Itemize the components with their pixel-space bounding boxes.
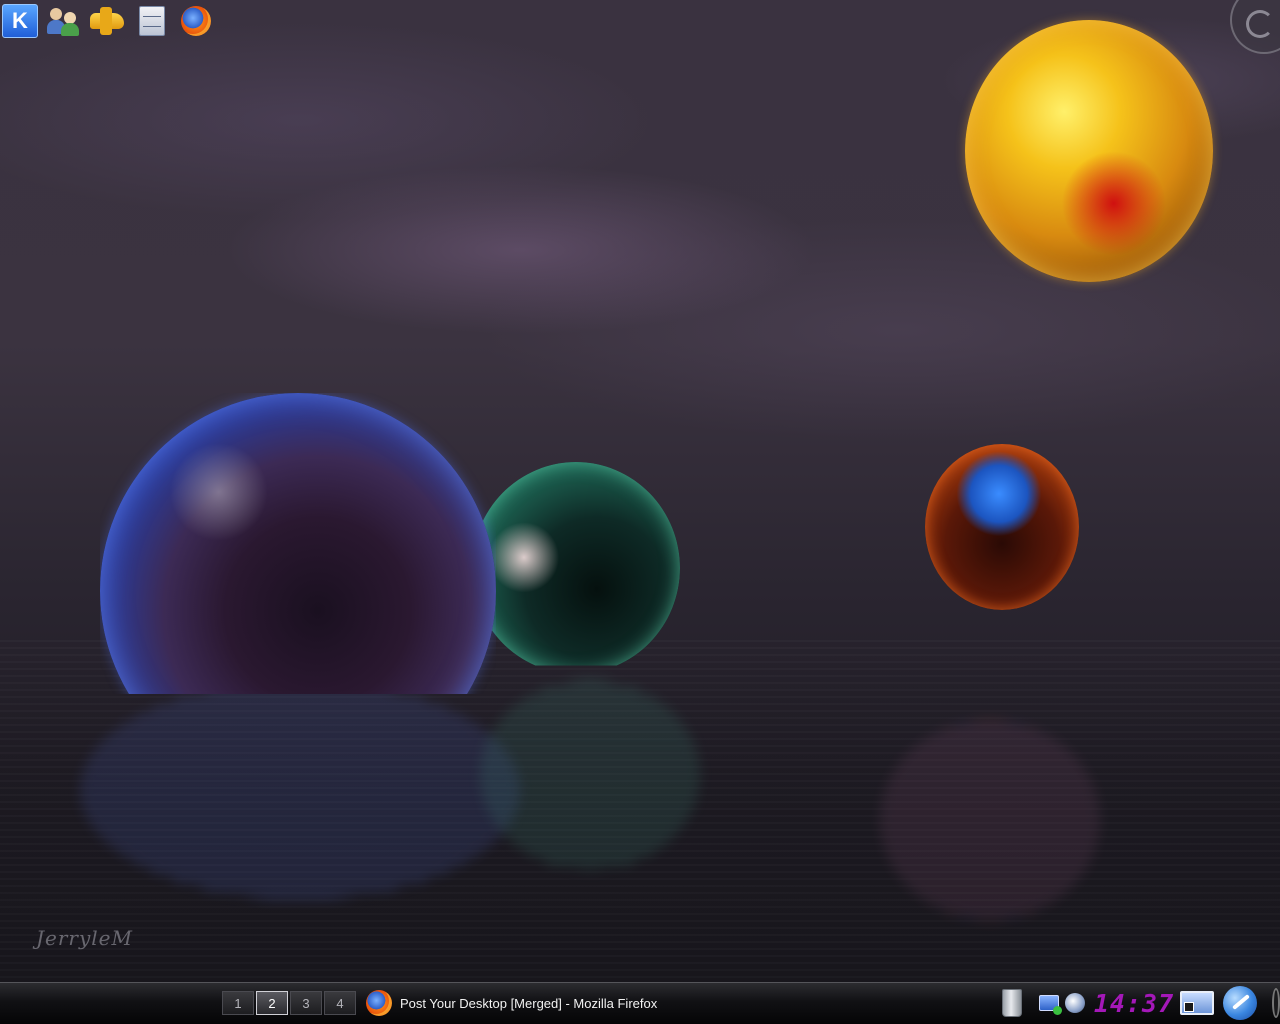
plane-launcher[interactable]: [88, 4, 126, 38]
moon-icon: [1246, 10, 1274, 38]
blue-sphere-reflection: [80, 680, 520, 900]
moon-icon: [1272, 988, 1280, 1018]
users-launcher[interactable]: [44, 4, 82, 38]
firefox-launcher[interactable]: [177, 4, 215, 38]
desktop-4-button[interactable]: 4: [324, 991, 356, 1015]
system-icon: [1065, 993, 1085, 1013]
show-desktop-icon: [1180, 991, 1214, 1015]
green-sphere-reflection: [480, 680, 700, 870]
file-manager-launcher[interactable]: [133, 4, 171, 38]
plane-icon: [90, 7, 124, 35]
network-tray-button[interactable]: [1038, 986, 1062, 1020]
trash-button[interactable]: [998, 986, 1026, 1020]
desktop-corner-widget[interactable]: [1230, 0, 1280, 54]
orange-sphere-reflection: [880, 720, 1100, 920]
firefox-icon: [181, 6, 211, 36]
show-desktop-button[interactable]: [1178, 986, 1216, 1020]
k-menu-button[interactable]: K: [2, 4, 38, 38]
desktop-2-button[interactable]: 2: [256, 991, 288, 1015]
desktop-3-button[interactable]: 3: [290, 991, 322, 1015]
orange-sphere: [925, 444, 1079, 610]
trash-icon: [1002, 989, 1022, 1017]
file-cabinet-icon: [139, 6, 165, 36]
logout-button[interactable]: [1222, 986, 1258, 1020]
desktop-1-button[interactable]: 1: [222, 991, 254, 1015]
users-icon: [46, 6, 80, 36]
clock[interactable]: 14:37: [1094, 986, 1174, 1020]
desktop-wallpaper: JerryleM: [0, 0, 1280, 982]
network-icon: [1039, 995, 1062, 1015]
desktop-pager: 1 2 3 4: [222, 991, 356, 1015]
task-title: Post Your Desktop [Merged] - Mozilla Fir…: [400, 995, 658, 1011]
system-tray-button[interactable]: [1064, 986, 1086, 1020]
green-sphere: [472, 462, 680, 666]
artist-signature: JerryleM: [36, 926, 133, 950]
firefox-icon: [366, 990, 392, 1016]
logout-icon: [1223, 986, 1257, 1020]
taskbar-task-firefox[interactable]: Post Your Desktop [Merged] - Mozilla Fir…: [362, 986, 922, 1020]
gold-sphere: [965, 20, 1213, 282]
panel-corner-button[interactable]: [1262, 986, 1280, 1020]
